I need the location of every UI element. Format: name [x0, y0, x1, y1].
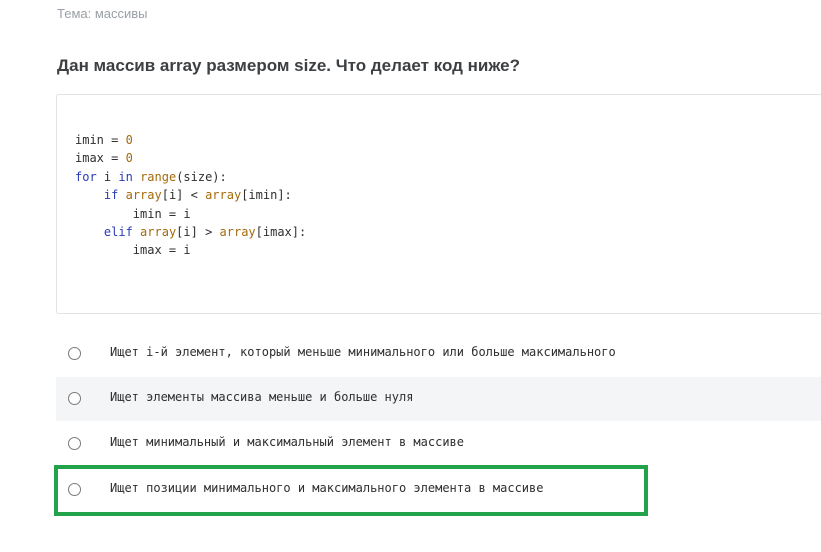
code-text: imin = 0 imax = 0 for i in range(size): … — [75, 131, 306, 260]
code-token: [imin]: — [241, 188, 292, 203]
code-token: imax = i — [75, 243, 191, 258]
answer-option-label: Ищет i-й элемент, который меньше минимал… — [110, 345, 616, 359]
code-token: imax — [75, 151, 104, 166]
code-token: imin — [75, 133, 104, 147]
answer-option-label: Ищет элементы массива меньше и больше ну… — [110, 390, 414, 404]
code-token: = — [103, 151, 126, 166]
code-token: array — [219, 225, 256, 240]
code-token: array — [205, 188, 242, 203]
radio-button[interactable] — [68, 392, 81, 405]
code-token: 0 — [125, 133, 133, 147]
answer-option-2[interactable]: Ищет элементы массива меньше и больше ну… — [56, 377, 821, 421]
code-token: [i] > — [176, 225, 220, 240]
radio-button[interactable] — [68, 483, 81, 496]
code-token: for — [75, 169, 97, 184]
code-token: array — [125, 188, 162, 203]
radio-button[interactable] — [68, 347, 81, 360]
code-token: [imax]: — [255, 225, 307, 240]
code-block: imin = 0 imax = 0 for i in range(size): … — [56, 94, 821, 314]
code-token: (size): — [176, 169, 227, 184]
code-token: range — [140, 169, 177, 184]
answer-option-4[interactable]: Ищет позиции минимального и максимальног… — [56, 468, 821, 512]
answer-option-3[interactable]: Ищет минимальный и максимальный элемент … — [56, 422, 821, 466]
answer-option-label: Ищет позиции минимального и максимальног… — [110, 481, 544, 495]
code-token: in — [118, 169, 133, 184]
code-token: if — [103, 188, 119, 203]
code-token: = — [103, 133, 126, 147]
code-token: elif — [103, 225, 133, 240]
radio-button[interactable] — [68, 437, 81, 450]
code-token: array — [140, 225, 177, 240]
code-token: i — [96, 169, 119, 184]
code-token: imin = i — [75, 206, 191, 221]
topic-label: Тема: массивы — [57, 6, 148, 21]
code-token: 0 — [125, 151, 133, 166]
answer-option-label: Ищет минимальный и максимальный элемент … — [110, 435, 465, 449]
answer-option-1[interactable]: Ищет i-й элемент, который меньше минимал… — [56, 332, 821, 376]
question-title: Дан массив array размером size. Что дела… — [57, 56, 521, 75]
code-token: [i] < — [161, 188, 206, 203]
